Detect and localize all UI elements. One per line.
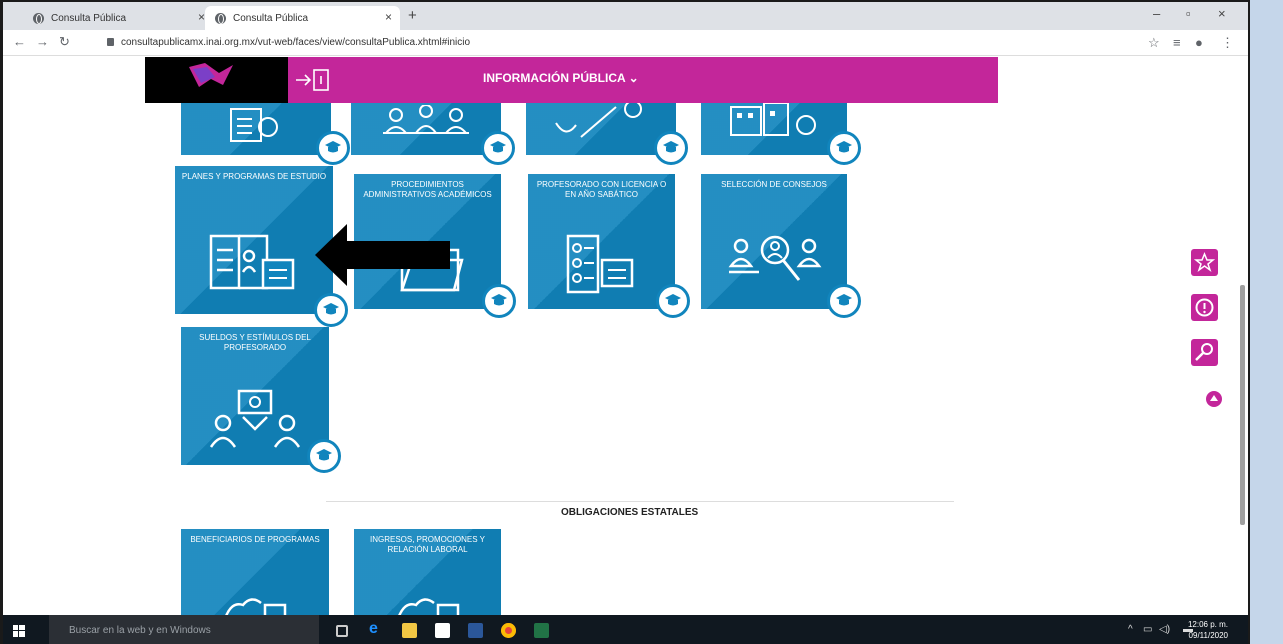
clock-date: 09/11/2020	[1188, 631, 1228, 640]
tile-label: SUELDOS Y ESTÍMULOS DEL PROFESORADO	[199, 333, 311, 352]
graduation-cap-icon	[654, 131, 688, 165]
tile-label: PLANES Y PROGRAMAS DE ESTUDIO	[181, 172, 327, 181]
tab-consulta-1[interactable]: Consulta Pública ×	[23, 6, 213, 30]
section-title: OBLIGACIONES ESTATALES	[561, 507, 699, 518]
graduation-cap-icon	[827, 284, 861, 318]
tile-ingresos-promociones[interactable]: INGRESOS, PROMOCIONES Y RELACIÓN LABORAL	[354, 529, 501, 621]
logo-mark-icon	[189, 63, 233, 87]
graduation-cap-icon	[656, 284, 690, 318]
favorites-button[interactable]	[1191, 249, 1218, 276]
browser-window: Consulta Pública × Consulta Pública × + …	[0, 0, 1248, 644]
graduation-cap-icon	[307, 439, 341, 473]
bookmark-star-icon[interactable]: ☆	[1148, 35, 1160, 51]
background-strip	[1248, 0, 1283, 644]
tile-beneficiarios[interactable]: BENEFICIARIOS DE PROGRAMAS	[181, 529, 329, 621]
header-title[interactable]: INFORMACIÓN PÚBLICA ⌄	[483, 71, 639, 85]
search-placeholder: Buscar en la web y en Windows	[69, 625, 211, 636]
section-divider	[326, 501, 954, 502]
tile-label: SELECCIÓN DE CONSEJOS	[721, 180, 827, 189]
globe-icon	[33, 12, 44, 24]
clock-time: 12:06 p. m.	[1187, 620, 1228, 629]
tile-planes-programas[interactable]: PLANES Y PROGRAMAS DE ESTUDIO	[175, 166, 348, 327]
salary-people-icon	[209, 389, 301, 448]
roster-calendar-icon	[566, 234, 634, 294]
task-view-icon[interactable]	[336, 625, 348, 637]
network-icon[interactable]: ▭	[1143, 624, 1152, 635]
tile-sueldos-estimulos[interactable]: SUELDOS Y ESTÍMULOS DEL PROFESORADO	[181, 327, 341, 473]
tile-label: PROFESORADO CON LICENCIA O EN AÑO SABÁTI…	[536, 180, 667, 199]
star-icon	[1193, 252, 1216, 272]
chevron-down-icon: ⌄	[628, 71, 639, 85]
tile-top-3[interactable]	[526, 103, 688, 165]
url-field[interactable]: consultapublicamx.inai.org.mx/vut-web/fa…	[121, 37, 470, 48]
tile-profesorado-licencia[interactable]: PROFESORADO CON LICENCIA O EN AÑO SABÁTI…	[528, 174, 690, 318]
alert-icon	[1195, 298, 1214, 317]
taskbar-clock[interactable]: 12:06 p. m. 09/11/2020	[1188, 619, 1228, 641]
menu-dots-icon[interactable]: ⋮	[1221, 35, 1234, 51]
windows-start-icon[interactable]	[13, 625, 25, 637]
tool-icon	[1195, 343, 1213, 361]
site-header: INFORMACIÓN PÚBLICA ⌄	[288, 57, 998, 103]
tray-chevron-up-icon[interactable]: ^	[1128, 624, 1133, 635]
inai-logo[interactable]	[145, 57, 288, 103]
address-bar: ← → ↻ consultapublicamx.inai.org.mx/vut-…	[3, 30, 1248, 56]
tile-label: PROCEDIMIENTOS ADMINISTRATIVOS ACADÉMICO…	[363, 180, 492, 199]
header-title-text: INFORMACIÓN PÚBLICA	[483, 71, 626, 85]
tile-top-2[interactable]	[351, 103, 515, 165]
graduation-cap-icon	[827, 131, 861, 165]
back-arrow-icon[interactable]: ←	[13, 34, 26, 49]
tile-top-1[interactable]	[181, 103, 350, 165]
excel-icon[interactable]	[534, 623, 549, 638]
tools-button[interactable]	[1191, 339, 1218, 366]
close-tab-button[interactable]: ×	[385, 10, 392, 24]
forward-arrow-icon[interactable]: →	[36, 34, 49, 49]
chrome-icon[interactable]	[501, 623, 516, 638]
approval-icon	[555, 103, 642, 138]
meeting-icon	[383, 105, 469, 134]
edge-icon[interactable]: e	[369, 620, 384, 637]
scroll-to-top-button[interactable]	[1206, 391, 1222, 407]
close-window-button[interactable]: ×	[1218, 6, 1226, 21]
restore-button[interactable]: ▫	[1186, 6, 1191, 21]
building-icon	[730, 103, 816, 136]
tile-top-4[interactable]	[701, 103, 861, 165]
globe-icon	[215, 12, 226, 24]
file-explorer-icon[interactable]	[402, 623, 417, 638]
tab-title: Consulta Pública	[51, 12, 127, 24]
people-search-icon	[728, 235, 822, 281]
lock-icon	[107, 38, 114, 46]
minimize-button[interactable]: –	[1153, 6, 1160, 21]
graduation-cap-icon	[482, 284, 516, 318]
tab-bar: Consulta Pública × Consulta Pública × + …	[3, 2, 1248, 30]
profile-icon[interactable]: ●	[1195, 35, 1203, 50]
volume-icon[interactable]: ◁)	[1159, 624, 1170, 635]
graduation-cap-icon	[314, 293, 348, 327]
tile-label: BENEFICIARIOS DE PROGRAMAS	[190, 535, 320, 544]
close-tab-button[interactable]: ×	[198, 10, 205, 24]
scrollbar[interactable]	[1240, 285, 1245, 525]
reading-list-icon[interactable]: ≡	[1173, 35, 1181, 50]
invoice-icon	[230, 108, 278, 142]
store-icon[interactable]	[435, 623, 450, 638]
book-calendar-icon	[209, 234, 295, 290]
new-tab-button[interactable]: +	[408, 7, 417, 24]
tab-consulta-2[interactable]: Consulta Pública ×	[205, 6, 400, 30]
tile-label: INGRESOS, PROMOCIONES Y RELACIÓN LABORAL	[370, 535, 485, 554]
graduation-cap-icon	[481, 131, 515, 165]
reload-icon[interactable]: ↻	[59, 34, 70, 50]
chevron-up-icon	[1210, 395, 1218, 401]
tile-seleccion-consejos[interactable]: SELECCIÓN DE CONSEJOS	[701, 174, 861, 318]
taskbar-search-input[interactable]: Buscar en la web y en Windows	[49, 615, 319, 644]
pointer-arrow-annotation	[315, 224, 450, 286]
windows-taskbar: Buscar en la web y en Windows e ^ ▭ ◁) ▬…	[3, 615, 1248, 644]
tab-title: Consulta Pública	[233, 12, 309, 24]
login-icon[interactable]	[294, 67, 334, 93]
alert-button[interactable]	[1191, 294, 1218, 321]
word-icon[interactable]	[468, 623, 483, 638]
graduation-cap-icon	[316, 131, 350, 165]
